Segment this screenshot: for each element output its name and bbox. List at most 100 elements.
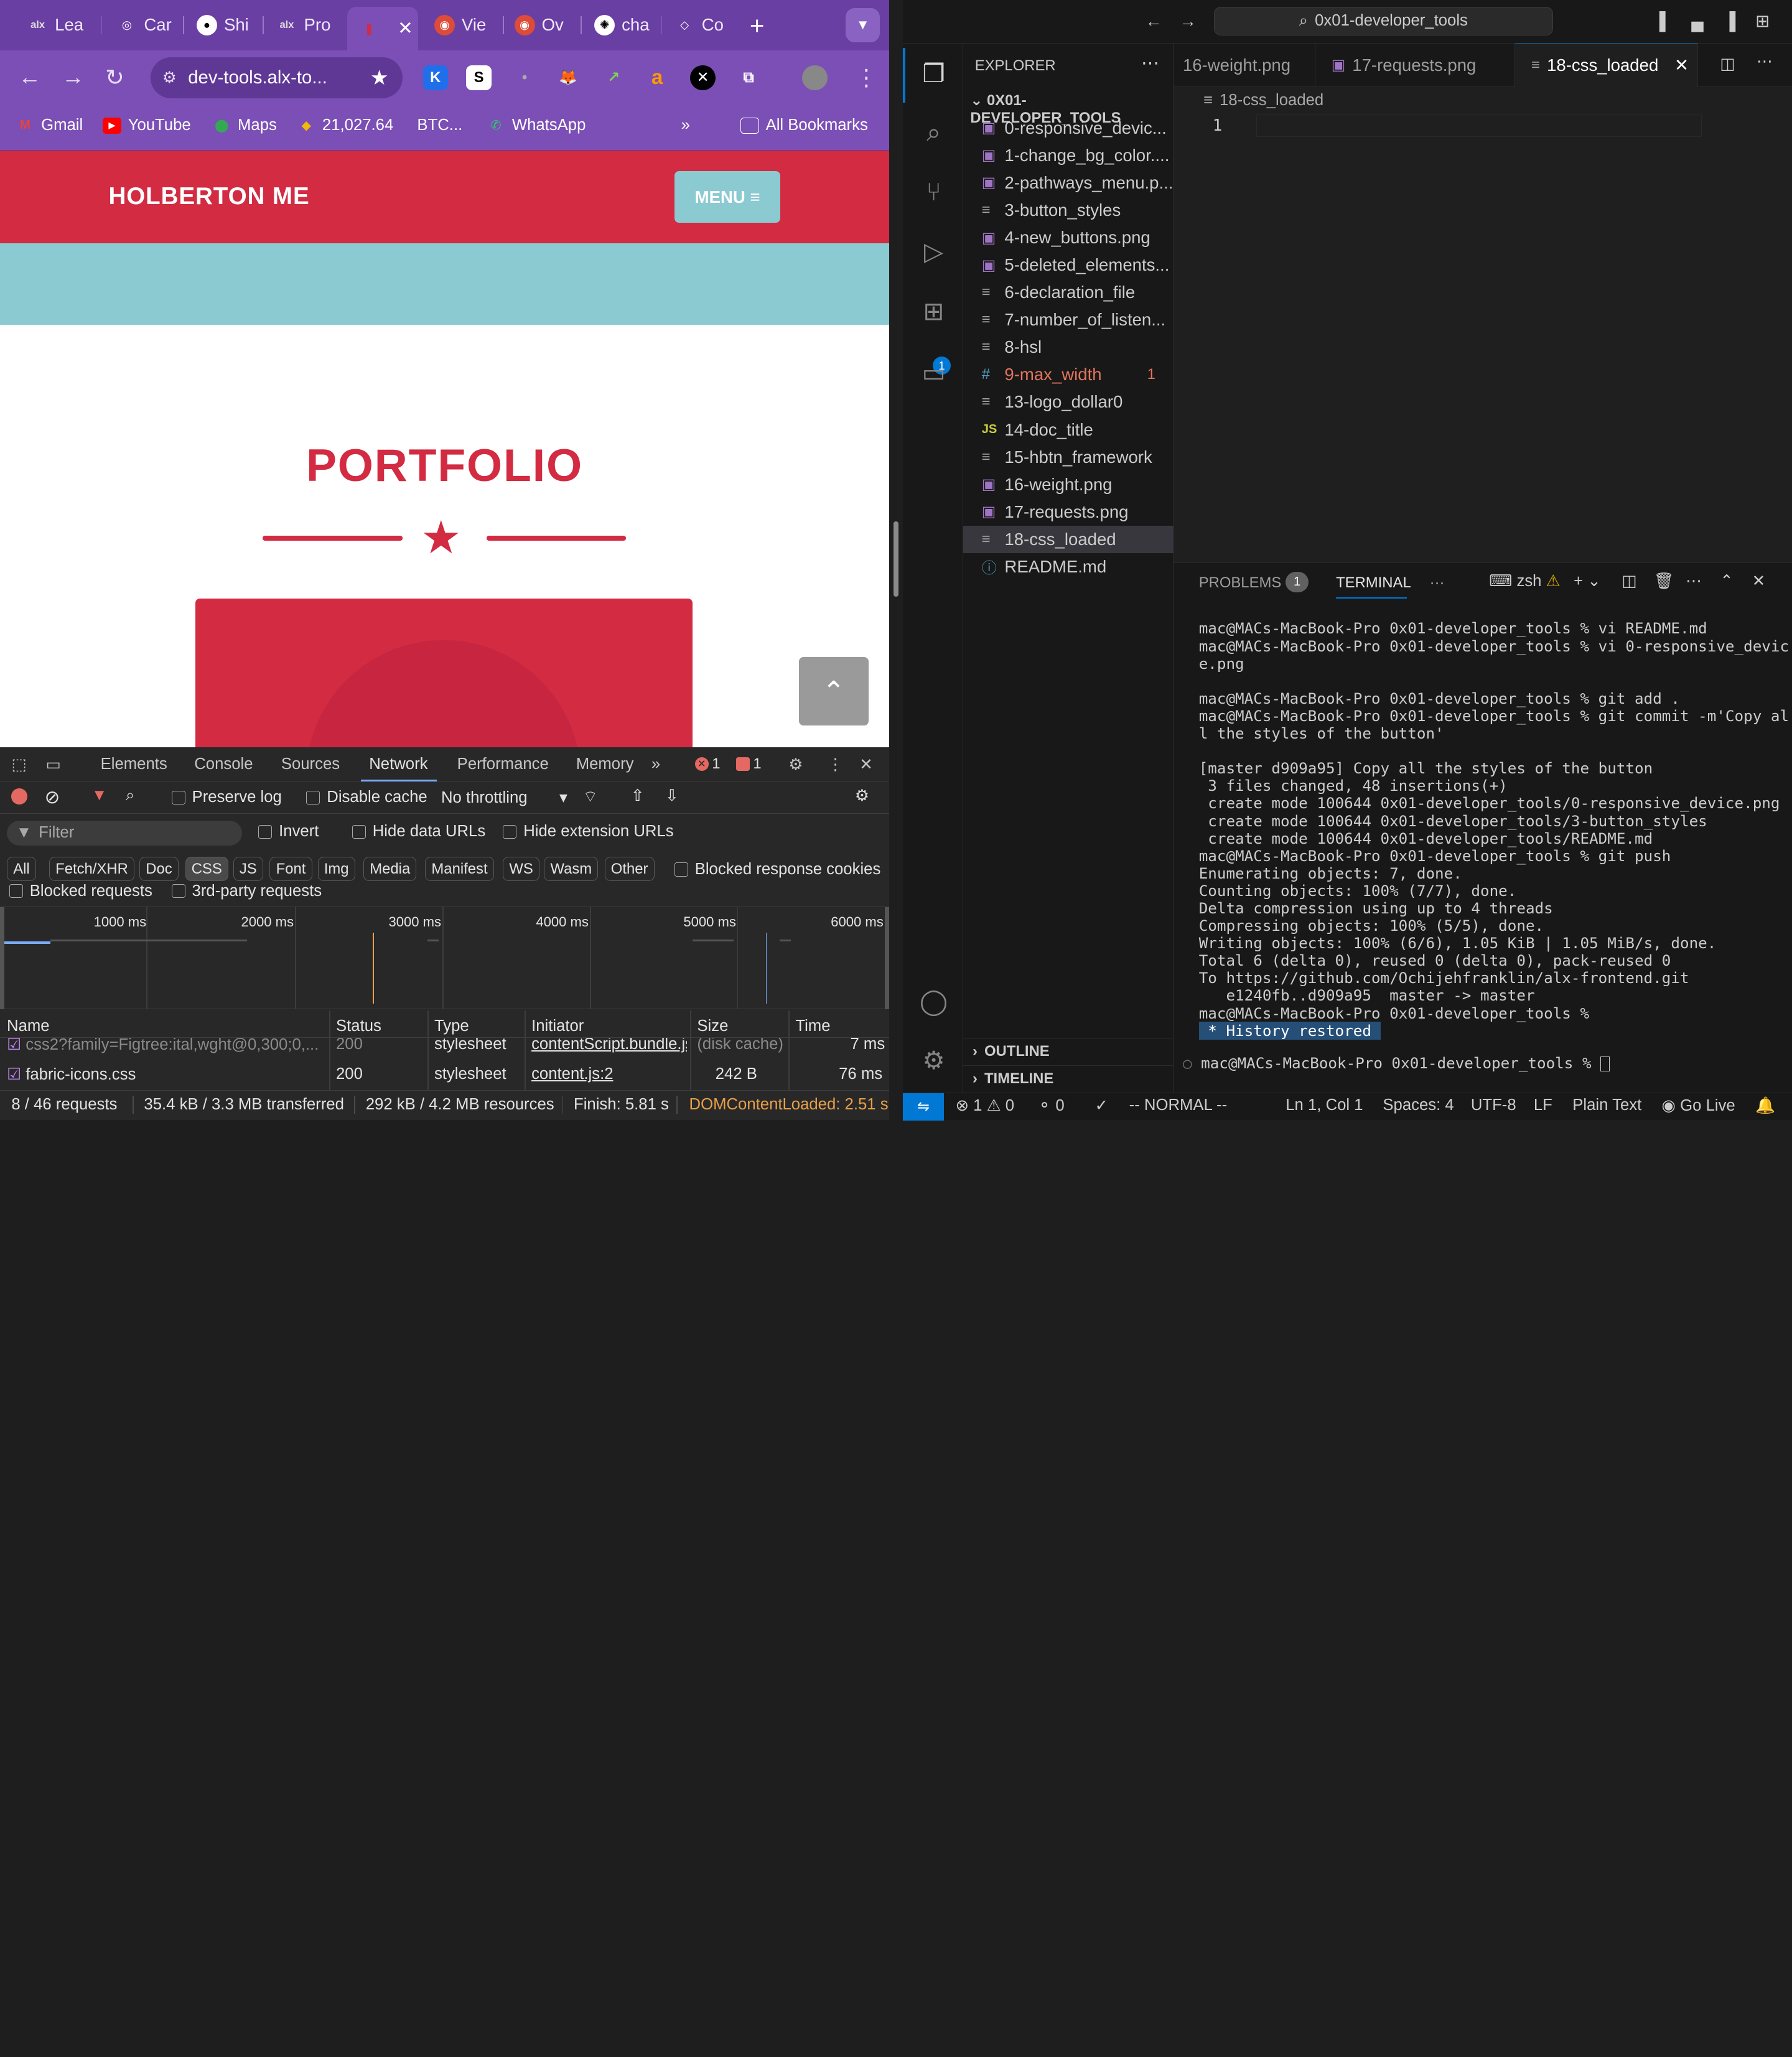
file-item[interactable]: ▣ 16-weight.png [963,471,1174,498]
bookmark-gmail[interactable]: M Gmail [16,116,83,134]
cursor-position[interactable]: Ln 1, Col 1 [1286,1096,1363,1114]
breadcrumb[interactable]: ≡ 18-css_loaded [1203,91,1323,110]
bookmark-binance[interactable]: ◆ 21,027.64 [297,116,393,134]
toggle-secondary-sidebar-icon[interactable]: ▐ [1724,11,1736,31]
manage-gear-icon[interactable]: ⚙ [918,1045,950,1076]
tab-sources[interactable]: Sources [281,755,340,773]
split-terminal-icon[interactable]: ◫ [1622,572,1636,590]
browser-tab[interactable]: ◎ Car [105,7,172,44]
browser-tab[interactable]: ◉ Ov [503,7,564,44]
outline-section[interactable]: › OUTLINE [963,1037,1174,1065]
bookmark-youtube[interactable]: ▶ YouTube [103,116,191,134]
col-type[interactable]: Type [434,1017,469,1035]
chip-css[interactable]: CSS [185,857,228,882]
browser-tab-active[interactable]: ❚ ✕ [347,7,419,50]
file-item[interactable]: ≡ 13-logo_dollar0 [963,388,1174,416]
file-item[interactable]: JS 14-doc_title [963,416,1174,444]
hide-extension-urls-checkbox[interactable]: Hide extension URLs [503,823,674,841]
chip-all[interactable]: All [7,857,36,882]
timeline-section[interactable]: › TIMELINE [963,1065,1174,1093]
col-time[interactable]: Time [795,1017,830,1035]
chip-other[interactable]: Other [604,857,655,882]
terminal-more-icon[interactable]: ⋯ [1686,572,1702,590]
browser-tab[interactable]: alx Lea [16,7,83,44]
bookmark-star-icon[interactable]: ★ [370,65,389,90]
accounts-icon[interactable]: ◯ [918,985,950,1017]
file-item[interactable]: ⓘ README.md [963,553,1174,581]
tab-search-button[interactable]: ▼ [846,7,880,42]
ports-status[interactable]: ⚬ 0 [1038,1096,1065,1115]
indentation[interactable]: Spaces: 4 [1383,1096,1454,1114]
extension-a-icon[interactable]: a [645,65,670,90]
col-name[interactable]: Name [7,1017,50,1035]
editor-tab-active[interactable]: ≡ 18-css_loaded ✕ [1515,43,1699,87]
close-devtools-icon[interactable]: ✕ [859,755,873,774]
remote-indicator-icon[interactable]: ⇋ [902,1093,945,1121]
kebab-menu-icon[interactable]: ⋮ [855,64,878,91]
explorer-icon[interactable]: ❐ [918,57,950,89]
command-center[interactable]: ⌕ 0x01-developer_tools [1213,7,1554,35]
address-bar[interactable]: ⚙ dev-tools.alx-to... ★ [151,57,403,98]
editor-more-icon[interactable]: ⋯ [1757,52,1773,71]
chip-fetch-xhr[interactable]: Fetch/XHR [49,857,134,882]
chip-js[interactable]: JS [233,857,263,882]
table-row[interactable]: ☑ css2?family=Figtree:ital,wght@0,300;0,… [0,1038,889,1061]
browser-tab[interactable]: ◇ Co [663,7,724,44]
network-overview-timeline[interactable]: 1000 ms 2000 ms 3000 ms 4000 ms 5000 ms … [0,907,889,1009]
extension-k-icon[interactable]: K [422,65,448,91]
metamask-icon[interactable]: 🦊 [556,65,581,90]
avatar[interactable] [802,65,828,91]
tab-terminal[interactable]: TERMINAL [1336,574,1411,592]
extensions-puzzle-icon[interactable]: ⧉ [736,65,761,90]
toggle-sidebar-icon[interactable]: ▌ [1659,11,1672,31]
scroll-to-top-button[interactable]: ⌃ [798,657,869,726]
nav-forward-icon[interactable]: → [1179,11,1197,31]
terminal-shell[interactable]: ⌨ zsh ⚠ [1489,572,1560,590]
bookmark-btc[interactable]: BTC... [417,116,462,134]
request-initiator[interactable]: content.js:2 [531,1065,613,1083]
file-item[interactable]: ▣ 17-requests.png [963,498,1174,526]
extension-dot-icon[interactable]: • [512,65,537,90]
network-conditions-icon[interactable]: ⌔ [583,786,598,806]
portfolio-card[interactable] [195,599,693,748]
editor-tab[interactable]: 16-weight.png [1174,43,1316,87]
close-icon[interactable]: ✕ [398,17,413,39]
error-count[interactable]: ✕ 1 [694,755,721,773]
chip-manifest[interactable]: Manifest [425,857,494,882]
problems-status[interactable]: ⊗ 1 ⚠ 0 [955,1096,1014,1115]
blocked-requests-checkbox[interactable]: Blocked requests [9,882,152,900]
browser-tab[interactable]: ● Shi [185,7,249,44]
tab-elements[interactable]: Elements [101,755,167,773]
run-debug-icon[interactable]: ▷ [918,235,950,267]
extension-s-icon[interactable]: S [466,65,492,91]
search-icon[interactable]: ⌕ [126,786,134,805]
file-item[interactable]: ≡ 8-hsl [963,334,1174,361]
bookmark-maps[interactable]: ⬤ Maps [213,116,277,134]
request-initiator[interactable]: contentScript.bundle.js [531,1038,687,1053]
remote-explorer-icon[interactable]: ▭ [918,357,950,388]
new-tab-button[interactable]: + [750,11,765,40]
panel-more-icon[interactable]: ⋯ [1430,574,1445,592]
tab-console[interactable]: Console [194,755,253,773]
device-toolbar-icon[interactable]: ▭ [45,755,60,774]
go-live[interactable]: ◉ Go Live [1662,1096,1735,1115]
file-item[interactable]: ▣ 0-responsive_devic... [963,114,1174,142]
notifications-bell-icon[interactable]: 🔔 [1755,1096,1775,1115]
file-item[interactable]: ≡ 7-number_of_listen... [963,306,1174,334]
nav-back-icon[interactable]: ← [1145,11,1162,31]
network-settings-icon[interactable]: ⚙ [855,786,869,805]
settings-gear-icon[interactable]: ⚙ [788,755,803,774]
devtools-menu-icon[interactable]: ⋮ [828,755,844,774]
bookmark-whatsapp[interactable]: ✆ WhatsApp [487,116,586,134]
chip-ws[interactable]: WS [503,857,539,882]
kill-terminal-icon[interactable]: 🗑 [1654,572,1674,590]
clear-icon[interactable]: ⊘ [45,786,60,808]
more-tabs-icon[interactable]: » [651,755,660,773]
issue-count[interactable]: 1 [735,755,762,773]
browser-tab[interactable]: alx Pro [265,7,331,44]
chip-font[interactable]: Font [269,857,312,882]
extension-x-icon[interactable]: ✕ [690,65,716,91]
terminal-prompt[interactable]: ○ mac@MACs-MacBook-Pro 0x01-developer_to… [1183,1054,1610,1072]
extensions-icon[interactable]: ⊞ [918,295,950,327]
file-item[interactable]: ▣ 4-new_buttons.png [963,224,1174,251]
